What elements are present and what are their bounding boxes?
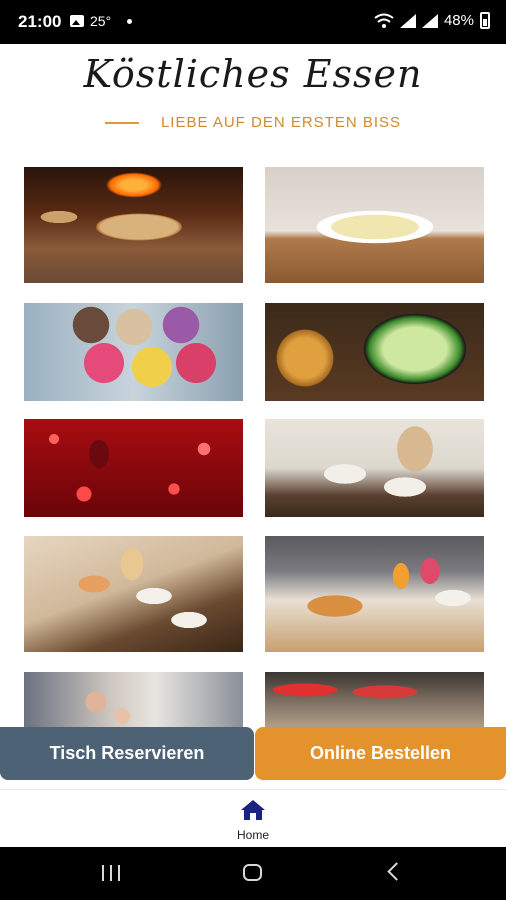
tagline-divider bbox=[104, 121, 139, 124]
status-bar: 21:00 25° 48% bbox=[0, 0, 506, 44]
nav-home-label: Home bbox=[236, 828, 269, 842]
back-icon[interactable] bbox=[387, 862, 406, 881]
gallery-image-coffee-and-pastries[interactable] bbox=[24, 536, 243, 652]
image-icon bbox=[70, 15, 84, 27]
gallery-image-pizza[interactable] bbox=[24, 167, 243, 283]
status-time: 21:00 bbox=[18, 12, 62, 31]
wifi-icon bbox=[374, 13, 394, 28]
gallery-image-ice-cream[interactable] bbox=[24, 303, 243, 401]
battery-percent: 48% bbox=[443, 12, 474, 29]
system-navigation-bar bbox=[0, 847, 506, 900]
signal-icon bbox=[421, 13, 438, 28]
status-temperature: 25° bbox=[90, 13, 112, 29]
nav-home[interactable]: Home bbox=[223, 800, 283, 844]
gallery-image-coffee[interactable] bbox=[265, 419, 484, 517]
recent-apps-icon[interactable] bbox=[102, 865, 120, 881]
tagline-text: LIEBE AUF DEN ERSTEN BISS bbox=[160, 114, 402, 131]
status-left-icons: 25° bbox=[70, 13, 133, 29]
status-right-icons: 48% bbox=[374, 12, 490, 29]
gallery-image-red-wine[interactable] bbox=[24, 419, 243, 517]
notification-dot-icon bbox=[127, 18, 133, 24]
battery-icon bbox=[480, 12, 490, 29]
gallery-image-soup[interactable] bbox=[265, 167, 484, 283]
signal-icon bbox=[399, 13, 416, 28]
gallery-image-breakfast[interactable] bbox=[265, 536, 484, 652]
page-title: Köstliches Essen bbox=[83, 52, 423, 96]
bottom-navigation: Home bbox=[0, 789, 506, 848]
gallery-image-salad[interactable] bbox=[265, 303, 484, 401]
house-icon bbox=[241, 800, 265, 820]
reserve-table-button[interactable]: Tisch Reservieren bbox=[0, 727, 254, 780]
food-gallery[interactable] bbox=[0, 167, 506, 727]
tagline: LIEBE AUF DEN ERSTEN BISS bbox=[0, 114, 506, 131]
home-circle-icon[interactable] bbox=[243, 864, 262, 881]
gallery-image-buffet[interactable] bbox=[265, 672, 484, 727]
gallery-image-staff[interactable] bbox=[24, 672, 243, 727]
order-online-button[interactable]: Online Bestellen bbox=[255, 727, 506, 780]
